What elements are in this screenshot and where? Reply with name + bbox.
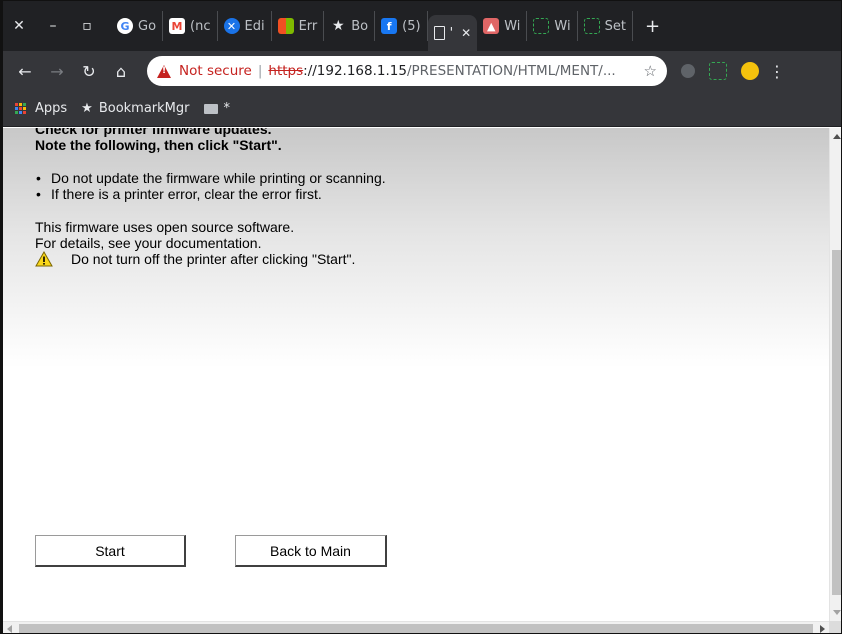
tab-bookmark[interactable]: ★ Bo [324, 11, 376, 41]
tab-active-page[interactable]: ' ✕ [427, 15, 478, 51]
profile-avatar-icon[interactable] [741, 62, 759, 80]
url-path: /PRESENTATION/HTML/MENT/... [406, 63, 616, 79]
bookmark-label: Apps [35, 101, 68, 116]
apps-grid-icon [15, 102, 27, 115]
page-icon [433, 26, 445, 40]
security-label: Not secure [179, 63, 252, 79]
tab-label: (5) [402, 18, 421, 34]
page-viewport: Check for printer firmware updates. Note… [3, 128, 829, 621]
url-scheme: https [268, 63, 304, 79]
bookmark-bookmarkmgr[interactable]: ★ BookmarkMgr [81, 101, 189, 116]
list-item: If there is a printer error, clear the e… [35, 186, 386, 202]
folder-icon [203, 103, 218, 114]
url-host: ://192.168.1.15 [303, 63, 407, 79]
scroll-right-arrow-icon[interactable] [820, 625, 825, 633]
vertical-scrollbar[interactable] [829, 128, 841, 621]
wiki-icon: ▲ [483, 18, 500, 34]
windows-icon [277, 18, 294, 34]
page-title: Check for printer firmware updates. [35, 128, 272, 137]
address-bar[interactable]: Not secure | https ://192.168.1.15 /PRES… [147, 56, 667, 86]
tab-error[interactable]: Err [272, 11, 325, 41]
extension-frame-icon[interactable] [709, 62, 727, 80]
home-icon[interactable]: ⌂ [109, 62, 133, 81]
google-icon: G [117, 18, 133, 34]
instruction-heading: Note the following, then click "Start". [35, 137, 282, 153]
tab-google[interactable]: G Go [111, 11, 164, 41]
bookmark-label: BookmarkMgr [98, 101, 190, 116]
tab-facebook[interactable]: f (5) [375, 11, 428, 41]
tab-edit[interactable]: ✕ Edi [218, 11, 272, 41]
menu-dots-icon[interactable]: ⋮ [769, 62, 785, 81]
tab-label: (nc [190, 18, 211, 34]
info-text: This firmware uses open source software.… [35, 219, 386, 251]
scroll-up-arrow-icon[interactable] [833, 134, 841, 139]
tab-gmail[interactable]: M (nc [163, 11, 218, 41]
vertical-scroll-thumb[interactable] [832, 250, 841, 595]
tab-settings[interactable]: Set [578, 11, 633, 41]
minimize-window-icon[interactable]: – [43, 16, 63, 36]
frame-icon [583, 18, 600, 34]
tab-label: Bo [351, 18, 369, 34]
facebook-icon: f [381, 18, 398, 34]
tab-wiki[interactable]: ▲ Wi [477, 11, 528, 41]
tab-label: Go [138, 18, 157, 34]
close-window-icon[interactable]: ✕ [9, 16, 29, 36]
info-line: This firmware uses open source software. [35, 219, 295, 235]
tab-wiki-2[interactable]: Wi [527, 11, 578, 41]
close-tab-icon[interactable]: ✕ [461, 26, 471, 40]
reload-icon[interactable]: ↻ [77, 62, 101, 81]
frame-icon [533, 18, 550, 34]
back-arrow-icon[interactable]: ← [13, 62, 37, 81]
back-to-main-button[interactable]: Back to Main [235, 535, 387, 567]
scrollbar-corner [829, 621, 841, 633]
bookmark-apps[interactable]: Apps [15, 101, 67, 116]
bookmark-star-icon[interactable]: ☆ [644, 62, 657, 80]
not-secure-warning-icon [157, 64, 171, 78]
scroll-down-arrow-icon[interactable] [833, 610, 841, 615]
tab-strip: ✕ – ▫ G Go M (nc ✕ Edi Err ★ Bo f (5) ' [3, 1, 841, 51]
bookmark-star-icon: ★ [331, 18, 345, 34]
bookmark-folder[interactable]: * [203, 101, 231, 116]
info-line: For details, see your documentation. [35, 235, 262, 251]
horizontal-scroll-thumb[interactable] [19, 624, 813, 633]
extensions-area [681, 62, 759, 80]
gmail-icon: M [169, 18, 186, 34]
bookmark-label: * [223, 101, 231, 116]
new-tab-icon[interactable]: + [645, 16, 660, 37]
url-separator: | [257, 63, 263, 79]
maximize-window-icon[interactable]: ▫ [77, 16, 97, 36]
forward-arrow-icon[interactable]: → [45, 62, 69, 81]
horizontal-scrollbar[interactable] [3, 621, 829, 633]
bookmarks-bar: Apps ★ BookmarkMgr * [3, 91, 841, 127]
warning-text: Do not turn off the printer after clicki… [71, 251, 356, 267]
warning-message: Do not turn off the printer after clicki… [35, 251, 386, 267]
scroll-left-arrow-icon[interactable] [7, 625, 12, 633]
start-button[interactable]: Start [35, 535, 186, 567]
list-item: Do not update the firmware while printin… [35, 170, 386, 186]
browser-toolbar: ← → ↻ ⌂ Not secure | https ://192.168.1.… [3, 51, 841, 91]
tab-label: Err [298, 18, 318, 34]
tab-label: ' [449, 25, 454, 41]
tab-label: Wi [554, 18, 571, 34]
browser-window: ✕ – ▫ G Go M (nc ✕ Edi Err ★ Bo f (5) ' [0, 0, 842, 634]
tab-label: Wi [504, 18, 521, 34]
warning-icon [35, 251, 53, 267]
extension-icon[interactable] [681, 64, 695, 78]
star-icon: ★ [81, 101, 93, 116]
tab-label: Edi [244, 18, 265, 34]
tab-label: Set [604, 18, 626, 34]
edit-icon: ✕ [223, 18, 240, 34]
notes-list: Do not update the firmware while printin… [35, 170, 386, 202]
page-content: Check for printer firmware updates. Note… [35, 128, 386, 267]
